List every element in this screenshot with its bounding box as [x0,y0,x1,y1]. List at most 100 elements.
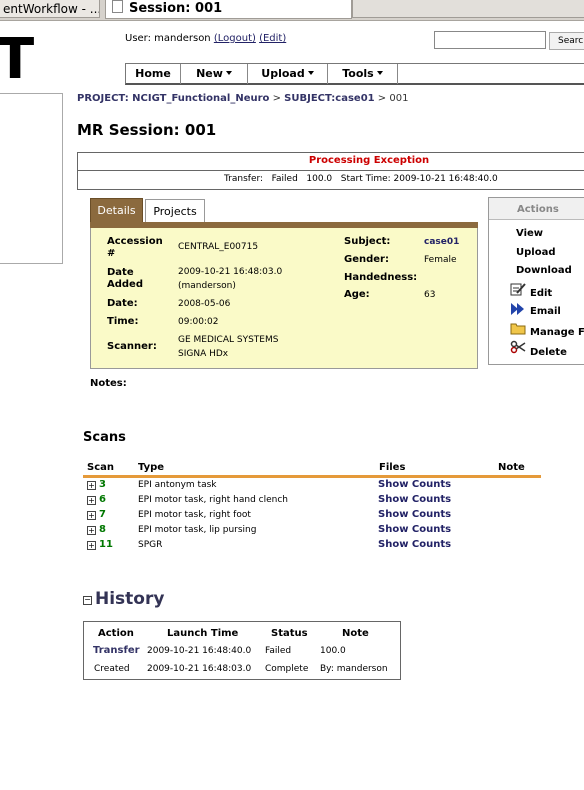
page-title: MR Session: 001 [77,121,217,139]
transfer-status-row: Transfer: Failed 100.0 Start Time: 2009-… [224,174,498,184]
breadcrumb-subject-link[interactable]: SUBJECT:case01 [284,93,374,104]
breadcrumb-separator: > [377,93,387,104]
processing-exception-box: Processing Exception Transfer: Failed 10… [77,152,584,190]
scan-id[interactable]: 8 [99,524,106,535]
scanner-label: Scanner: [107,341,157,352]
action-edit[interactable]: Edit [530,288,552,299]
subject-label: Subject: [344,236,391,247]
date-added-label: Date Added [107,267,143,290]
nav-upload[interactable]: Upload [248,64,328,84]
scan-id[interactable]: 11 [99,539,113,550]
status-col-header: Status [271,628,308,639]
launch-time-col-header: Launch Time [167,628,239,639]
history-launch-time: 2009-10-21 16:48:40.0 [147,646,252,656]
email-forward-icon [511,303,524,315]
scan-id[interactable]: 7 [99,509,106,520]
expand-icon[interactable]: + [87,511,96,520]
browser-tab-session[interactable]: Session: 001 [105,0,352,19]
scan-id[interactable]: 3 [99,479,106,490]
search-button[interactable]: Searc [549,32,584,50]
expand-icon[interactable]: + [87,541,96,550]
collapse-icon[interactable]: − [83,596,92,605]
gender-value: Female [424,255,457,265]
tab-details[interactable]: Details [90,198,143,223]
logout-link[interactable]: (Logout) [214,33,256,44]
breadcrumb-project-link[interactable]: PROJECT: NCIGT_Functional_Neuro [77,93,269,104]
nav-upload-label: Upload [261,67,305,80]
table-row: + 7 EPI motor task, right foot Show Coun… [86,509,546,524]
nav-new-label: New [196,67,223,80]
scanner-value-2: SIGNA HDx [178,349,229,359]
table-row: + 11 SPGR Show Counts [86,539,546,554]
scan-type: EPI motor task, right hand clench [138,495,289,505]
history-action: Created [94,664,130,674]
history-note: 100.0 [320,646,346,656]
action-email[interactable]: Email [530,306,561,317]
browser-tab-empty[interactable] [352,0,584,18]
action-upload[interactable]: Upload [516,247,555,258]
nav-tools-label: Tools [342,67,374,80]
date-value: 2008-05-06 [178,299,231,309]
scan-type: EPI antonym task [138,480,217,490]
subject-link[interactable]: case01 [424,237,459,247]
time-value: 09:00:02 [178,317,219,327]
browser-tab-workflow[interactable]: entWorkflow - ... [0,0,100,18]
age-value: 63 [424,290,436,300]
nav-new[interactable]: New [181,64,248,84]
history-action-link[interactable]: Transfer [93,645,140,656]
scanner-value-1: GE MEDICAL SYSTEMS [178,335,279,345]
scissors-delete-icon [510,340,526,354]
age-label: Age: [344,289,370,300]
nav-home[interactable]: Home [126,64,181,84]
table-row: + 8 EPI motor task, lip pursing Show Cou… [86,524,546,539]
action-col-header: Action [98,628,134,639]
accession-label: Accession # [107,236,163,259]
edit-user-link[interactable]: (Edit) [259,33,286,44]
action-download[interactable]: Download [516,265,572,276]
show-counts-link[interactable]: Show Counts [378,479,451,490]
show-counts-link[interactable]: Show Counts [378,509,451,520]
history-heading: History [95,589,165,609]
details-panel: Accession # CENTRAL_E00715 Date Added 20… [90,228,478,369]
transfer-label: Transfer: [224,174,264,184]
folder-icon [510,323,526,335]
transfer-start-time: Start Time: 2009-10-21 16:48:40.0 [340,174,498,184]
transfer-status: Failed [271,174,298,184]
handedness-label: Handedness: [344,272,418,283]
action-manage-files[interactable]: Manage Fi [530,327,584,338]
date-label: Date: [107,298,138,309]
expand-icon[interactable]: + [87,481,96,490]
expand-icon[interactable]: + [87,496,96,505]
table-row: + 3 EPI antonym task Show Counts [86,479,546,494]
action-delete[interactable]: Delete [530,347,567,358]
history-note: By: manderson [320,664,388,674]
history-table: Action Launch Time Status Note Transfer … [83,621,401,680]
show-counts-link[interactable]: Show Counts [378,539,451,550]
site-logo-fragment: T [0,27,35,92]
tab-projects[interactable]: Projects [145,199,205,224]
scans-heading: Scans [83,430,126,445]
show-counts-link[interactable]: Show Counts [378,494,451,505]
exception-title: Processing Exception [308,155,430,166]
exception-divider [78,170,584,171]
user-line: User: manderson (Logout) (Edit) [125,33,286,44]
chevron-down-icon [307,71,314,75]
search-input[interactable] [434,31,546,49]
date-added-by: (manderson) [178,281,236,291]
history-status: Complete [265,664,309,674]
user-name-text: User: manderson [125,33,211,44]
note-col-header: Note [498,462,525,473]
scan-id[interactable]: 6 [99,494,106,505]
nav-home-label: Home [135,67,171,80]
files-col-header: Files [379,462,406,473]
show-counts-link[interactable]: Show Counts [378,524,451,535]
action-view[interactable]: View [516,228,543,239]
main-nav-bar: Home New Upload Tools [125,63,584,85]
nav-tools[interactable]: Tools [328,64,398,84]
actions-box: Actions View Upload Download Edit Email … [488,197,584,365]
accession-value: CENTRAL_E00715 [178,242,259,252]
scan-type: EPI motor task, lip pursing [138,525,257,535]
actions-title: Actions [489,198,584,220]
expand-icon[interactable]: + [87,526,96,535]
chevron-down-icon [376,71,383,75]
